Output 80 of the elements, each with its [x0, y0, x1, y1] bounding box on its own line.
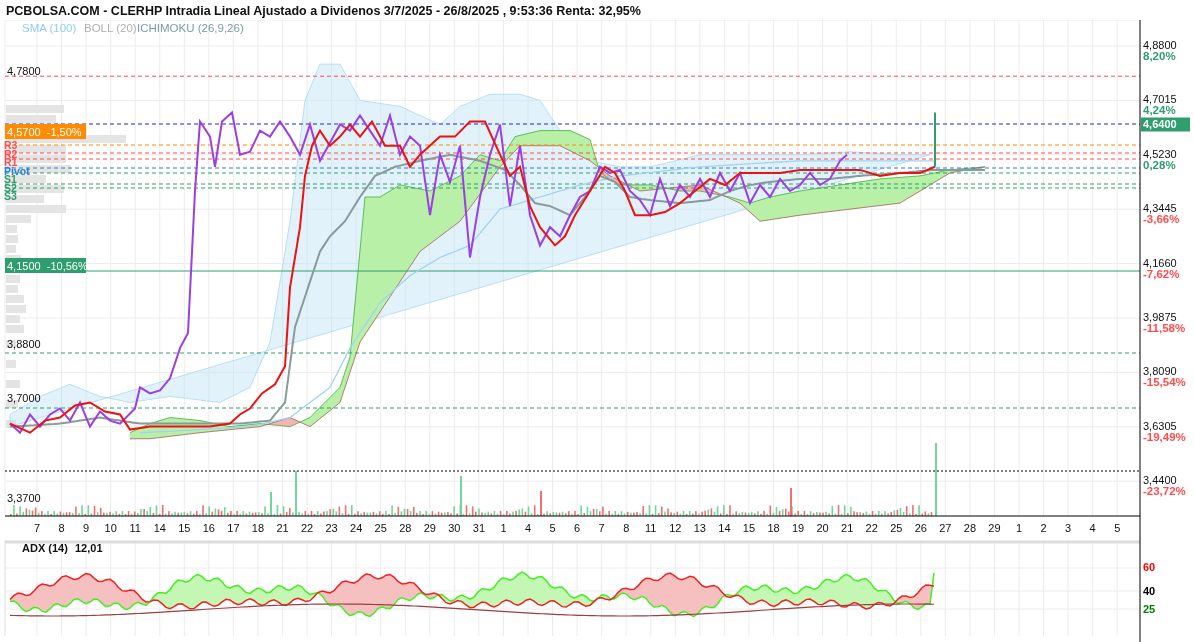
price-axis-label: 3,9875	[1143, 311, 1177, 323]
date-label: 10	[104, 522, 117, 534]
date-label: 11	[645, 522, 657, 534]
price-axis-label: 3,4400	[1143, 474, 1177, 487]
date-label: 29	[423, 522, 436, 534]
price-axis-label: 3,6305	[1143, 419, 1177, 432]
date-label: 26	[914, 522, 927, 534]
date-label: 13	[693, 522, 706, 534]
adx-value: 12,01	[75, 542, 103, 554]
date-label: 25	[890, 522, 903, 534]
date-label: 4	[524, 522, 532, 534]
date-label: 21	[841, 522, 854, 534]
date-label: 27	[939, 522, 952, 534]
indicator-legend: ICHIMOKU (26,9,26)	[137, 22, 244, 34]
adx-level-label: 25	[1143, 603, 1156, 615]
percent-axis-label: -19,49%	[1143, 430, 1186, 443]
indicator-legend: BOLL (20)	[84, 22, 137, 34]
last-price-badge: 4,6400	[1141, 117, 1190, 132]
date-label: 14	[718, 522, 731, 534]
date-label: 12	[669, 522, 682, 534]
price-axis-label: 4,1660	[1143, 256, 1177, 269]
date-label: 9	[83, 522, 90, 534]
price-level-label: 3,7000	[7, 392, 41, 404]
date-label: 28	[963, 522, 977, 534]
date-label: 3	[1065, 522, 1072, 534]
date-label: 15	[742, 522, 756, 534]
date-label: 22	[300, 522, 314, 534]
date-label: 18	[251, 522, 265, 534]
price-spike-line	[934, 111, 936, 168]
date-label: 11	[129, 522, 141, 534]
percent-axis-label: -23,72%	[1143, 485, 1186, 498]
price-axis-label: 4,5230	[1143, 147, 1177, 160]
percent-axis-label: -15,54%	[1143, 376, 1186, 389]
date-label: 31	[472, 522, 485, 534]
date-label: 6	[574, 522, 581, 534]
pivot-label: S3	[4, 190, 17, 202]
date-label: 5	[549, 522, 556, 534]
price-axis-label: 3,8090	[1143, 365, 1177, 378]
date-label: 18	[767, 522, 780, 534]
date-label: 17	[227, 522, 240, 534]
chart-title: PCBOLSA.COM - CLERHP Intradia Lineal Ajustado a Dividenos 3/7/2025 - 26/8/2025 , 9:53:36 Renta: 32,95%	[6, 4, 641, 18]
indicator-legend: SMA (100)	[22, 22, 77, 34]
date-label: 24	[350, 522, 363, 534]
price-level-label: 4,7800	[7, 65, 41, 77]
date-label: 15	[178, 522, 191, 534]
date-label: 28	[399, 522, 412, 534]
date-label: 7	[33, 522, 41, 534]
date-label: 4	[1089, 522, 1096, 534]
date-label: 19	[791, 522, 805, 534]
date-label: 29	[988, 522, 1001, 534]
price-axis-label: 4,8800	[1143, 39, 1177, 51]
price-marker-badge: 4,5700 -1,50%	[5, 124, 86, 139]
date-label: 7	[598, 522, 605, 534]
date-label: 8	[58, 522, 65, 534]
adx-title: ADX (14)	[22, 542, 68, 554]
date-label: 23	[325, 522, 338, 534]
price-axis-label: 4,3445	[1143, 202, 1177, 215]
date-label: 22	[865, 522, 878, 534]
price-level-label: 3,8800	[7, 338, 41, 350]
date-label: 8	[623, 522, 630, 534]
date-label: 25	[374, 522, 387, 534]
date-label: 2	[1040, 522, 1047, 534]
date-label: 21	[276, 522, 289, 534]
percent-axis-label: -7,62%	[1143, 267, 1180, 280]
adx-level-label: 60	[1143, 561, 1156, 573]
date-label: 5	[1114, 522, 1121, 534]
percent-axis-label: 8,20%	[1143, 50, 1176, 62]
date-label: 20	[816, 522, 829, 534]
date-label: 1	[500, 522, 507, 534]
percent-axis-label: 4,24%	[1143, 104, 1176, 117]
percent-axis-label: -11,58%	[1143, 322, 1186, 334]
date-label: 14	[153, 522, 166, 534]
date-label: 30	[448, 522, 461, 534]
price-level-label: 3,3700	[7, 492, 41, 504]
date-label: 16	[202, 522, 215, 534]
percent-axis-label: 0,28%	[1143, 158, 1176, 171]
adx-level-label: 40	[1143, 585, 1156, 597]
price-axis-label: 4,7015	[1143, 93, 1177, 106]
date-label: 1	[1015, 522, 1023, 534]
percent-axis-label: -3,66%	[1143, 213, 1180, 226]
